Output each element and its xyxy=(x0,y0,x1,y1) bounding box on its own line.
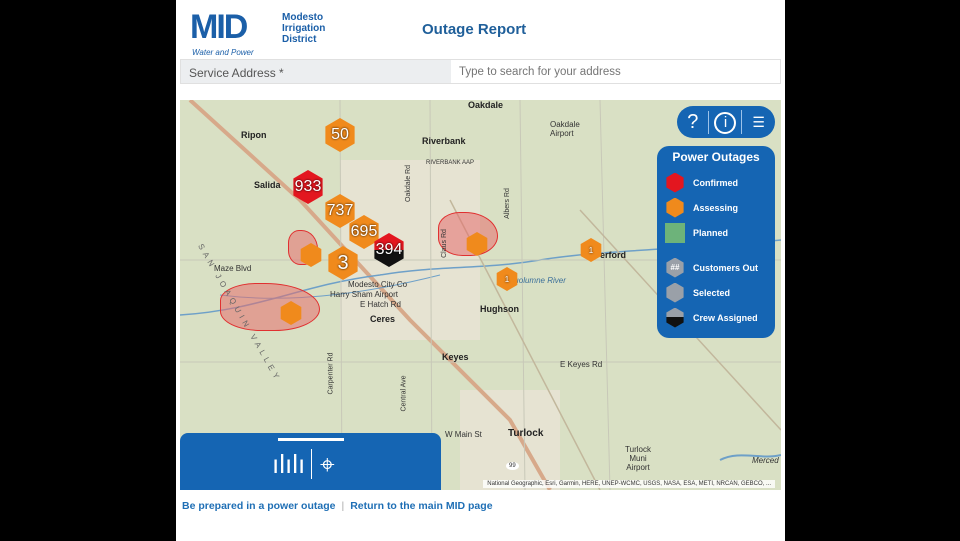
address-search-input[interactable] xyxy=(451,60,780,83)
legend-assessing: Assessing xyxy=(665,195,767,220)
confirmed-hex-icon xyxy=(666,172,684,193)
legend-selected: Selected xyxy=(665,280,767,305)
separator: | xyxy=(341,500,345,512)
planned-square-icon xyxy=(665,222,685,243)
customers-out-hex-icon: ## xyxy=(666,257,684,278)
legend-label: Planned xyxy=(693,227,729,238)
logo-text: MID xyxy=(190,8,248,46)
map-label: Salida xyxy=(254,180,281,190)
legend-crew-assigned: Crew Assigned xyxy=(665,305,767,330)
legend-label: Assessing xyxy=(693,202,739,213)
map-label: Tuolumne River xyxy=(510,276,566,285)
map-label: Carpenter Rd xyxy=(327,352,335,395)
map-label: RIVERBANK AAP xyxy=(426,160,475,166)
map-label: Claus Rd xyxy=(440,229,448,258)
legend-title: Power Outages xyxy=(672,150,760,164)
footer-links: Be prepared in a power outage | Return to … xyxy=(182,500,493,512)
map-label: Oakdale Airport xyxy=(550,120,580,138)
highway-shield: 99 xyxy=(506,462,519,470)
legend-label: Customers Out xyxy=(693,262,759,273)
map-attribution: National Geographic, Esri, Garmin, HERE,… xyxy=(483,480,775,488)
legend-planned: Planned xyxy=(665,220,767,245)
legend-label: Crew Assigned xyxy=(693,312,758,323)
logo-tagline: Water and Power xyxy=(192,48,254,57)
map-label: Central Ave xyxy=(400,375,408,412)
mid-logo[interactable]: MID Modesto Irrigation District Water an… xyxy=(190,8,330,57)
bottom-panel: ılılı ⌖ xyxy=(180,433,441,490)
be-prepared-link[interactable]: Be prepared in a power outage xyxy=(182,500,335,512)
map-label: Oakdale xyxy=(468,100,504,110)
legend-customers-out: ## Customers Out xyxy=(665,255,767,280)
map-label: Turlock xyxy=(508,428,544,439)
crew-person-icon xyxy=(666,307,684,328)
assessing-hex-icon xyxy=(666,197,684,218)
map-label: E Keyes Rd xyxy=(560,360,603,369)
map-label: Keyes xyxy=(442,352,469,362)
layers-list-icon[interactable]: ☰ xyxy=(743,114,775,131)
map-label: Albers Rd xyxy=(503,188,511,219)
info-button[interactable]: i xyxy=(710,110,742,134)
map-pin-icon[interactable]: ⌖ xyxy=(320,449,335,481)
map-label: E Hatch Rd xyxy=(360,300,401,309)
map-label: Riverbank xyxy=(422,136,466,146)
map-label: Oakdale Rd xyxy=(404,165,412,202)
map-toolbar: ? i ☰ xyxy=(677,106,775,138)
chart-icon[interactable]: ılılı xyxy=(272,449,305,480)
map-label: erford xyxy=(600,250,627,260)
panel-drag-handle[interactable] xyxy=(278,438,344,441)
legend-label: Confirmed xyxy=(693,177,738,188)
map-label: Turlock Muni Airport xyxy=(625,445,651,472)
map-label: Ceres xyxy=(370,314,396,324)
selected-hex-icon xyxy=(666,282,684,303)
legend-confirmed: Confirmed xyxy=(665,170,767,195)
help-button[interactable]: ? xyxy=(677,110,710,134)
service-address-field: Service Address * xyxy=(180,59,781,84)
outage-map[interactable]: Oakdale Oakdale Airport Ripon Riverbank … xyxy=(180,100,781,490)
divider xyxy=(311,449,312,479)
legend-panel: Power Outages Confirmed Assessing Planne… xyxy=(657,146,775,338)
map-label: Harry Sham Airport xyxy=(330,290,399,299)
map-label: Hughson xyxy=(480,304,519,314)
logo-subtitle: Modesto Irrigation District xyxy=(282,12,326,45)
map-label: Ripon xyxy=(241,130,267,140)
legend-label: Selected xyxy=(693,287,731,298)
map-label: Modesto City Co xyxy=(348,280,408,289)
map-label: W Main St xyxy=(445,430,482,439)
info-icon: i xyxy=(714,112,737,134)
service-address-label: Service Address * xyxy=(181,60,451,83)
outage-report-page: MID Modesto Irrigation District Water an… xyxy=(176,0,785,541)
map-label: Merced xyxy=(752,456,779,465)
main-mid-page-link[interactable]: Return to the main MID page xyxy=(350,500,492,512)
page-title: Outage Report xyxy=(422,21,527,38)
